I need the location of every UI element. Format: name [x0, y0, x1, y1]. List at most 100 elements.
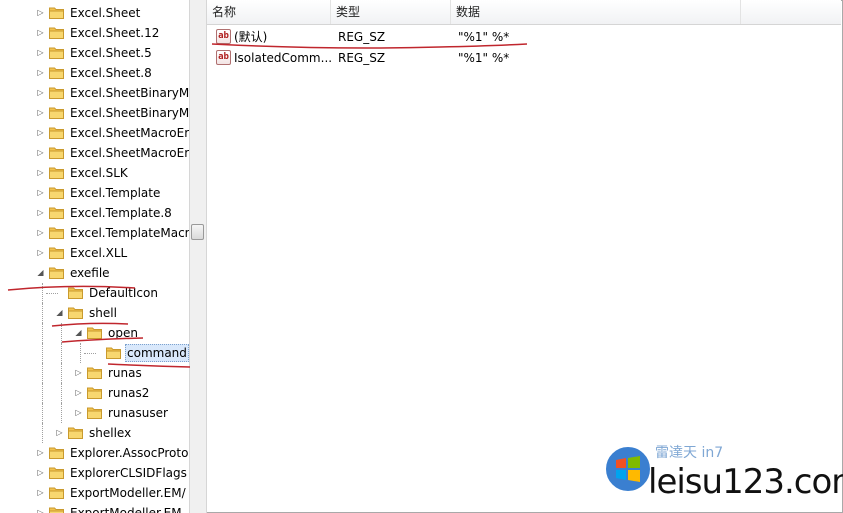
- column-header-type[interactable]: 类型: [331, 0, 451, 24]
- expand-arrow-icon[interactable]: ▷: [36, 188, 45, 197]
- tree-guide-line: [42, 343, 43, 363]
- tree-item[interactable]: ▷ ExportModeller.EM: [0, 503, 189, 513]
- tree-scrollbar[interactable]: [189, 0, 207, 513]
- tree-item-label[interactable]: Excel.SheetMacroEr: [68, 125, 189, 141]
- tree-item-label[interactable]: DefaultIcon: [87, 285, 160, 301]
- list-row[interactable]: ab IsolatedComm... REG_SZ "%1" %*: [207, 48, 841, 68]
- expand-arrow-icon[interactable]: ▷: [36, 448, 45, 457]
- tree-item-label[interactable]: ExportModeller.EM: [68, 505, 184, 513]
- expand-arrow-icon[interactable]: ▷: [36, 208, 45, 217]
- tree-item[interactable]: ▷ Explorer.AssocProto: [0, 443, 189, 463]
- expand-arrow-icon[interactable]: ▷: [36, 508, 45, 513]
- collapse-arrow-icon[interactable]: ◢: [55, 308, 64, 317]
- tree-item[interactable]: ▷ Excel.SLK: [0, 163, 189, 183]
- tree-item-label[interactable]: open: [106, 325, 140, 341]
- tree-item-label[interactable]: ExplorerCLSIDFlags: [68, 465, 189, 481]
- registry-tree-pane[interactable]: ▷ Excel.Sheet ▷ Excel.Sheet.12 ▷ Excel.Sheet.…: [0, 0, 189, 513]
- tree-guide-line: [61, 323, 62, 343]
- folder-icon: [49, 226, 64, 239]
- values-list-pane[interactable]: 名称 类型 数据 ab (默认) REG_SZ "%1" %* ab Isola…: [207, 0, 841, 511]
- expand-arrow-icon[interactable]: ▷: [36, 248, 45, 257]
- tree-item[interactable]: ▷ Excel.TemplateMacr: [0, 223, 189, 243]
- tree-item-label[interactable]: shell: [87, 305, 119, 321]
- expand-arrow-icon[interactable]: ▷: [36, 228, 45, 237]
- tree-item-label[interactable]: runas: [106, 365, 144, 381]
- tree-item[interactable]: ▷ Excel.Sheet.8: [0, 63, 189, 83]
- tree-item[interactable]: ▷ Excel.SheetMacroEr: [0, 143, 189, 163]
- tree-item[interactable]: ▷ Excel.Sheet.12: [0, 23, 189, 43]
- expand-arrow-icon[interactable]: ▷: [36, 468, 45, 477]
- folder-icon: [49, 106, 64, 119]
- tree-item-label[interactable]: runas2: [106, 385, 151, 401]
- tree-item-label[interactable]: Excel.Sheet.8: [68, 65, 154, 81]
- tree-item[interactable]: ▷ Excel.SheetBinaryMa: [0, 83, 189, 103]
- tree-item-label[interactable]: Excel.XLL: [68, 245, 129, 261]
- tree-item[interactable]: command: [0, 343, 189, 363]
- scrollbar-thumb[interactable]: [191, 224, 204, 240]
- tree-item[interactable]: ▷ Excel.Template.8: [0, 203, 189, 223]
- tree-item[interactable]: ▷ ExplorerCLSIDFlags: [0, 463, 189, 483]
- expand-arrow-icon[interactable]: ▷: [74, 408, 83, 417]
- expand-arrow-icon[interactable]: ▷: [74, 388, 83, 397]
- expand-arrow-icon[interactable]: ▷: [36, 68, 45, 77]
- tree-item[interactable]: ▷ runasuser: [0, 403, 189, 423]
- tree-connector-line: [46, 293, 58, 294]
- folder-icon: [49, 506, 64, 513]
- tree-item-label[interactable]: Excel.Template.8: [68, 205, 174, 221]
- tree-guide-line: [42, 303, 43, 323]
- tree-item[interactable]: ◢ open: [0, 323, 189, 343]
- expand-arrow-icon[interactable]: ▷: [36, 128, 45, 137]
- expand-arrow-icon[interactable]: ▷: [36, 28, 45, 37]
- list-row[interactable]: ab (默认) REG_SZ "%1" %*: [207, 27, 841, 47]
- value-type: REG_SZ: [338, 30, 386, 44]
- expand-arrow-icon[interactable]: ▷: [36, 108, 45, 117]
- folder-icon: [49, 26, 64, 39]
- expand-arrow-icon[interactable]: ▷: [36, 488, 45, 497]
- tree-item[interactable]: ▷ runas: [0, 363, 189, 383]
- tree-item[interactable]: ▷ Excel.Sheet.5: [0, 43, 189, 63]
- tree-item-label[interactable]: ExportModeller.EM/: [68, 485, 188, 501]
- collapse-arrow-icon[interactable]: ◢: [36, 268, 45, 277]
- tree-guide-line: [61, 383, 62, 403]
- folder-icon: [49, 86, 64, 99]
- tree-item[interactable]: ▷ Excel.SheetMacroEr: [0, 123, 189, 143]
- expand-arrow-icon[interactable]: ▷: [55, 428, 64, 437]
- tree-item-label[interactable]: shellex: [87, 425, 133, 441]
- tree-item-label[interactable]: Excel.SheetMacroEr: [68, 145, 189, 161]
- expand-arrow-icon[interactable]: ▷: [36, 88, 45, 97]
- folder-icon: [68, 426, 83, 439]
- column-header-name[interactable]: 名称: [207, 0, 331, 24]
- tree-guide-line: [42, 423, 43, 443]
- tree-item[interactable]: ▷ Excel.XLL: [0, 243, 189, 263]
- tree-item-label[interactable]: Excel.Sheet: [68, 5, 142, 21]
- column-header-data[interactable]: 数据: [451, 0, 741, 24]
- tree-item-label[interactable]: Excel.Template: [68, 185, 162, 201]
- tree-item[interactable]: ◢ exefile: [0, 263, 189, 283]
- expand-arrow-icon[interactable]: ▷: [36, 168, 45, 177]
- tree-item[interactable]: ▷ runas2: [0, 383, 189, 403]
- expand-arrow-icon[interactable]: ▷: [36, 8, 45, 17]
- tree-guide-line: [42, 403, 43, 423]
- tree-item-label[interactable]: command: [125, 344, 189, 362]
- tree-item-label[interactable]: Excel.Sheet.5: [68, 45, 154, 61]
- expand-arrow-icon[interactable]: ▷: [74, 368, 83, 377]
- tree-item[interactable]: ▷ Excel.SheetBinaryMa: [0, 103, 189, 123]
- tree-item-label[interactable]: Excel.SheetBinaryMa: [68, 85, 189, 101]
- collapse-arrow-icon[interactable]: ◢: [74, 328, 83, 337]
- tree-item-label[interactable]: exefile: [68, 265, 112, 281]
- tree-item-label[interactable]: Excel.SheetBinaryMa: [68, 105, 189, 121]
- tree-item-label[interactable]: Excel.SLK: [68, 165, 130, 181]
- tree-item[interactable]: ▷ Excel.Template: [0, 183, 189, 203]
- site-watermark: 雷達天 in7 leisu123.com: [603, 440, 843, 510]
- tree-item[interactable]: ▷ Excel.Sheet: [0, 3, 189, 23]
- tree-item[interactable]: DefaultIcon: [0, 283, 189, 303]
- tree-item[interactable]: ▷ shellex: [0, 423, 189, 443]
- tree-item[interactable]: ◢ shell: [0, 303, 189, 323]
- tree-item-label[interactable]: Excel.TemplateMacr: [68, 225, 189, 241]
- tree-item-label[interactable]: runasuser: [106, 405, 170, 421]
- expand-arrow-icon[interactable]: ▷: [36, 48, 45, 57]
- tree-item[interactable]: ▷ ExportModeller.EM/: [0, 483, 189, 503]
- expand-arrow-icon[interactable]: ▷: [36, 148, 45, 157]
- tree-item-label[interactable]: Explorer.AssocProto: [68, 445, 189, 461]
- tree-item-label[interactable]: Excel.Sheet.12: [68, 25, 161, 41]
